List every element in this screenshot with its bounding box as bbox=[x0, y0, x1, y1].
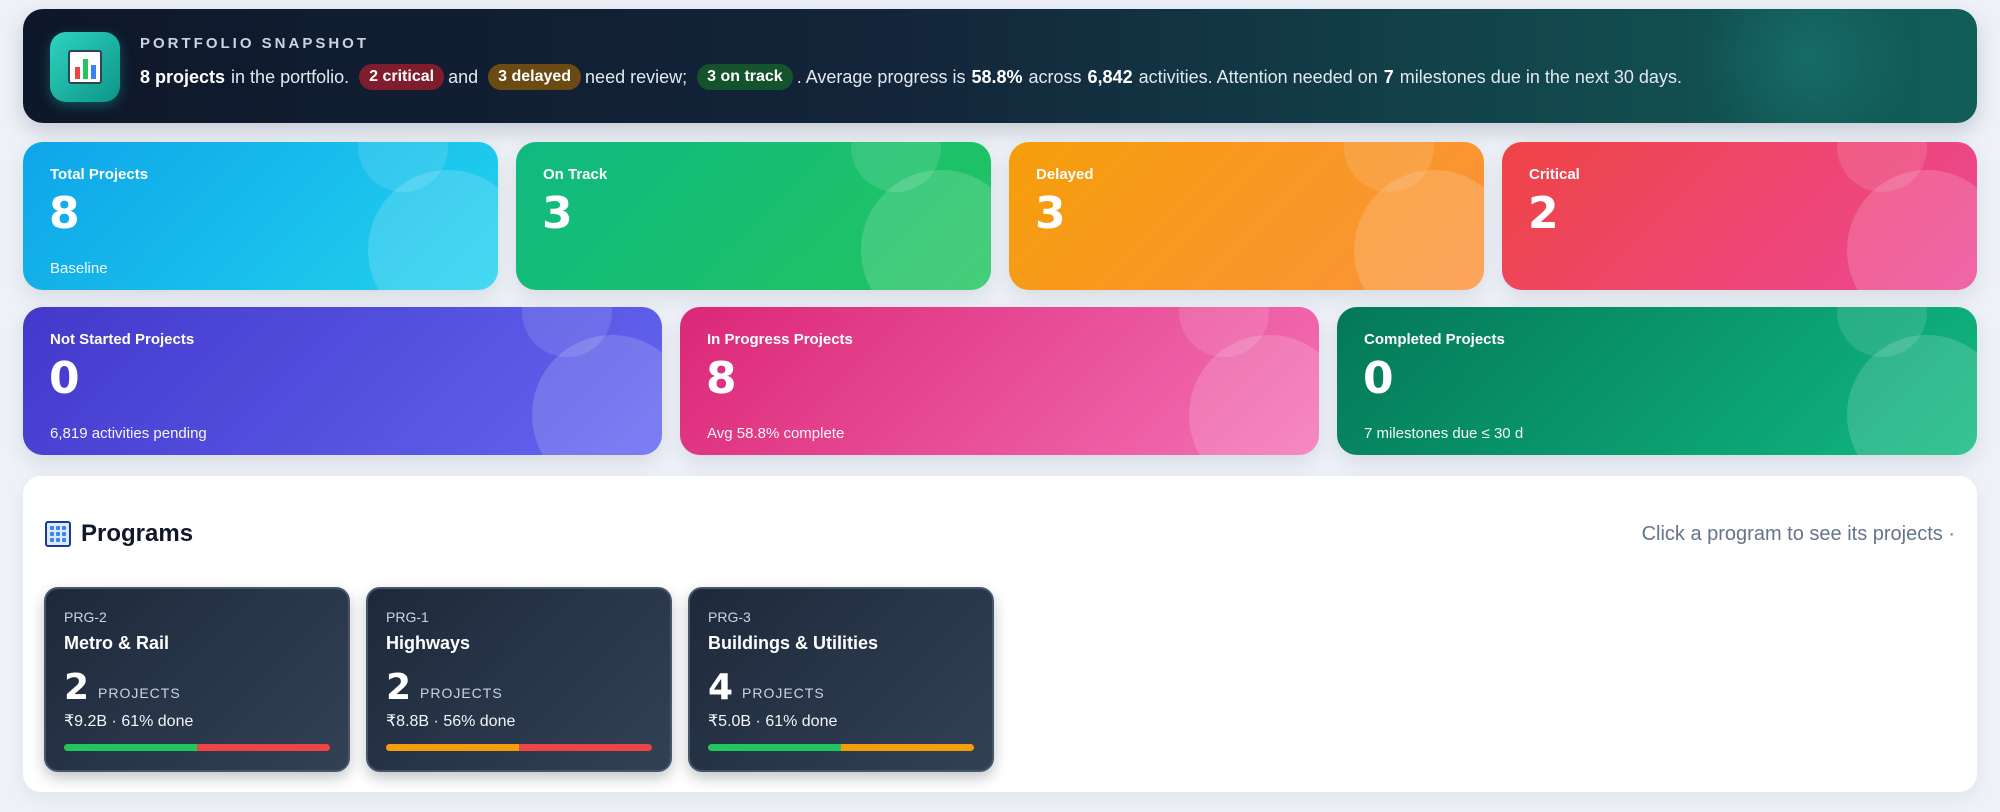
stat-sub: 7 milestones due ≤ 30 d bbox=[1364, 425, 1524, 442]
activities-count: 6,842 bbox=[1087, 66, 1133, 87]
status-bar-segment bbox=[841, 744, 974, 751]
stat-label: Critical bbox=[1529, 166, 1580, 183]
programs-panel: Programs Click a program to see its proj… bbox=[23, 476, 1977, 792]
stat-sub: Avg 58.8% complete bbox=[707, 425, 845, 442]
stat-value: 3 bbox=[1035, 188, 1066, 239]
stat-card-total-projects[interactable]: Total Projects 8 Baseline bbox=[23, 142, 498, 290]
program-meta: ₹8.8B · 56% done bbox=[386, 713, 516, 730]
program-project-count: 2 bbox=[64, 667, 90, 708]
avg-progress: 58.8% bbox=[971, 66, 1023, 87]
programs-hint: Click a program to see its projects · bbox=[1641, 523, 1955, 545]
stat-value: 0 bbox=[49, 353, 80, 404]
building-icon bbox=[45, 521, 71, 547]
banner-summary: 8 projects in the portfolio. 2 critical … bbox=[140, 64, 1937, 90]
stat-sub: 6,819 activities pending bbox=[50, 425, 207, 442]
critical-pill[interactable]: 2 critical bbox=[359, 64, 445, 90]
program-name: Highways bbox=[386, 633, 471, 653]
program-status-bar bbox=[64, 744, 330, 751]
stat-card-critical[interactable]: Critical 2 bbox=[1502, 142, 1977, 290]
status-bar-segment bbox=[64, 744, 197, 751]
stat-card-delayed[interactable]: Delayed 3 bbox=[1009, 142, 1484, 290]
program-code: PRG-3 bbox=[708, 609, 751, 625]
stat-value: 3 bbox=[542, 188, 573, 239]
program-count-unit: PROJECTS bbox=[420, 685, 503, 701]
program-meta: ₹9.2B · 61% done bbox=[64, 713, 194, 730]
status-bar-segment bbox=[386, 744, 519, 751]
stat-value: 8 bbox=[706, 353, 737, 404]
stat-value: 8 bbox=[49, 188, 80, 239]
program-status-bar bbox=[708, 744, 974, 751]
stat-label: Total Projects bbox=[50, 166, 149, 183]
program-status-bar bbox=[386, 744, 652, 751]
stat-value: 0 bbox=[1363, 353, 1394, 404]
program-card-prg-2[interactable]: PRG-2 Metro & Rail 2 PROJECTS ₹9.2B · 61… bbox=[44, 587, 350, 772]
stat-label: Not Started Projects bbox=[50, 331, 195, 348]
status-bar-segment bbox=[708, 744, 841, 751]
on-track-pill[interactable]: 3 on track bbox=[697, 64, 793, 90]
program-count-unit: PROJECTS bbox=[742, 685, 825, 701]
delayed-pill[interactable]: 3 delayed bbox=[488, 64, 582, 90]
program-count-unit: PROJECTS bbox=[98, 685, 181, 701]
status-bar-segment bbox=[197, 744, 330, 751]
stat-label: On Track bbox=[543, 166, 608, 183]
bar-chart-icon bbox=[50, 32, 120, 102]
stat-label: Delayed bbox=[1036, 166, 1094, 183]
program-name: Buildings & Utilities bbox=[708, 633, 879, 653]
milestones-count: 7 bbox=[1383, 66, 1394, 87]
stat-card-on-track[interactable]: On Track 3 bbox=[516, 142, 991, 290]
stat-label: In Progress Projects bbox=[707, 331, 853, 348]
programs-header: Programs bbox=[45, 520, 193, 548]
stat-sub: Baseline bbox=[50, 260, 108, 277]
banner-kicker: PORTFOLIO SNAPSHOT bbox=[140, 35, 370, 52]
portfolio-snapshot-banner: PORTFOLIO SNAPSHOT 8 projects in the por… bbox=[23, 9, 1977, 123]
program-project-count: 4 bbox=[708, 667, 734, 708]
program-project-count: 2 bbox=[386, 667, 412, 708]
status-bar-segment bbox=[519, 744, 652, 751]
program-name: Metro & Rail bbox=[64, 633, 170, 653]
program-meta: ₹5.0B · 61% done bbox=[708, 713, 838, 730]
projects-count: 8 projects bbox=[140, 66, 226, 87]
program-card-prg-3[interactable]: PRG-3 Buildings & Utilities 4 PROJECTS ₹… bbox=[688, 587, 994, 772]
programs-title: Programs bbox=[81, 520, 194, 547]
program-code: PRG-1 bbox=[386, 609, 429, 625]
stat-label: Completed Projects bbox=[1364, 331, 1505, 348]
stat-card-in-progress[interactable]: In Progress Projects 8 Avg 58.8% complet… bbox=[680, 307, 1319, 455]
program-card-prg-1[interactable]: PRG-1 Highways 2 PROJECTS ₹8.8B · 56% do… bbox=[366, 587, 672, 772]
program-code: PRG-2 bbox=[64, 609, 107, 625]
stat-card-completed[interactable]: Completed Projects 0 7 milestones due ≤ … bbox=[1337, 307, 1977, 455]
stat-card-not-started[interactable]: Not Started Projects 0 6,819 activities … bbox=[23, 307, 662, 455]
stat-value: 2 bbox=[1528, 188, 1559, 239]
